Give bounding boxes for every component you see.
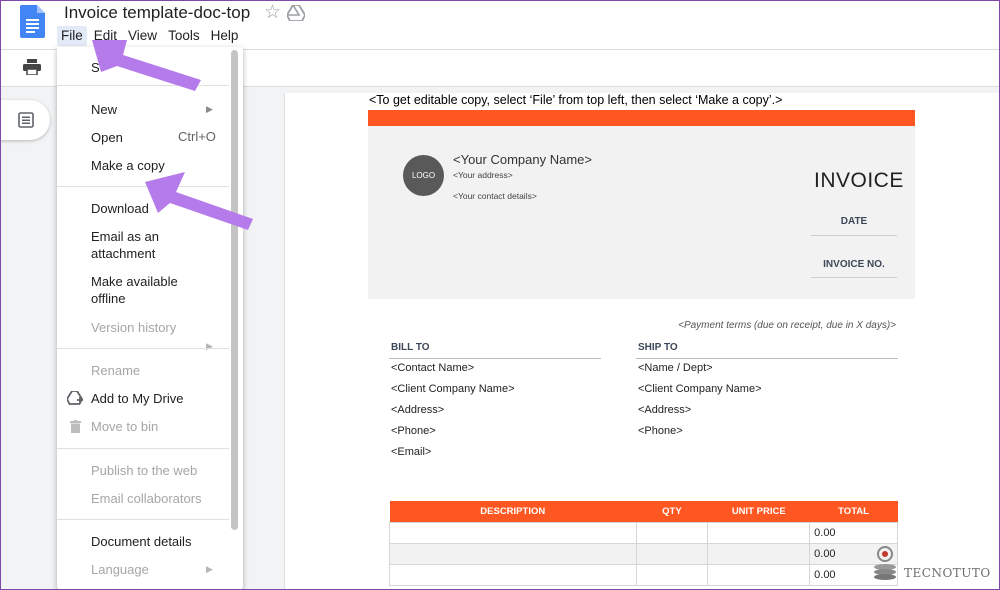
menu-scrollbar[interactable] xyxy=(231,50,238,530)
menubar: File Edit View Tools Help xyxy=(57,26,245,46)
cell-qty[interactable] xyxy=(635,563,709,586)
bill-to-block: <Contact Name> <Client Company Name> <Ad… xyxy=(391,358,515,463)
menu-separator xyxy=(57,448,229,449)
menu-item-make-copy[interactable]: Make a copy xyxy=(91,157,165,174)
menu-item-new[interactable]: New xyxy=(91,101,117,118)
bill-to-line: <Email> xyxy=(391,446,432,458)
menu-item-label: Make available xyxy=(91,274,178,289)
cell-unit-price[interactable] xyxy=(707,563,811,586)
menu-view[interactable]: View xyxy=(124,26,161,46)
company-name: <Your Company Name> xyxy=(453,152,592,167)
bill-to-heading: BILL TO xyxy=(391,342,430,353)
menu-item-move-to-bin[interactable]: Move to bin xyxy=(91,418,158,435)
ship-to-line: <Address> xyxy=(638,404,692,416)
menu-item-rename[interactable]: Rename xyxy=(91,362,140,379)
menu-file[interactable]: File xyxy=(57,26,87,46)
cell-unit-price[interactable] xyxy=(707,542,811,565)
ship-to-line: <Phone> xyxy=(638,425,683,437)
ship-to-line: <Name / Dept> xyxy=(638,362,713,374)
watermark-logo-icon xyxy=(874,546,896,580)
cell-unit-price[interactable] xyxy=(707,521,811,544)
watermark-text: TECNOTUTO xyxy=(904,566,991,580)
open-shortcut: Ctrl+O xyxy=(178,129,216,144)
menu-item-email-collaborators[interactable]: Email collaborators xyxy=(91,490,202,507)
invoice-heading: INVOICE xyxy=(814,169,904,192)
menu-separator xyxy=(57,186,229,187)
document-title[interactable]: Invoice template-doc-top xyxy=(64,3,250,23)
menu-item-download[interactable]: Download xyxy=(91,200,149,217)
date-label: DATE xyxy=(840,216,868,227)
menu-edit[interactable]: Edit xyxy=(90,26,121,46)
submenu-arrow-icon: ▶ xyxy=(206,564,213,574)
table-row[interactable]: 0.00 xyxy=(389,521,898,544)
col-qty: QTY xyxy=(636,501,708,522)
company-logo: LOGO xyxy=(403,155,444,196)
col-description: DESCRIPTION xyxy=(389,501,636,522)
menu-item-label: offline xyxy=(91,291,126,306)
bill-to-line: <Phone> xyxy=(391,425,436,437)
cell-description[interactable] xyxy=(389,521,637,544)
menu-tools[interactable]: Tools xyxy=(164,26,204,46)
company-contact: <Your contact details> xyxy=(453,191,537,201)
instruction-text: <To get editable copy, select ‘File’ fro… xyxy=(369,93,783,107)
payment-terms: <Payment terms (due on receipt, due in X… xyxy=(678,320,896,331)
menu-item-label: Email as an xyxy=(91,229,159,244)
invoice-table: DESCRIPTION QTY UNIT PRICE TOTAL 0.00 0.… xyxy=(389,501,898,586)
invoice-no-line xyxy=(811,277,897,278)
cell-qty[interactable] xyxy=(635,521,709,544)
table-row[interactable]: 0.00 xyxy=(389,542,898,565)
drive-add-icon xyxy=(67,391,83,405)
star-icon[interactable]: ☆ xyxy=(264,1,281,24)
cell-description[interactable] xyxy=(389,542,637,565)
cell-description[interactable] xyxy=(389,563,637,586)
trash-icon xyxy=(70,420,81,433)
col-total: TOTAL xyxy=(809,501,898,522)
ship-to-block: <Name / Dept> <Client Company Name> <Add… xyxy=(638,358,762,442)
menu-item-version-history[interactable]: Version history xyxy=(91,319,176,336)
drive-icon[interactable] xyxy=(287,5,305,21)
ship-to-heading: SHIP TO xyxy=(638,342,678,353)
bill-to-line: <Client Company Name> xyxy=(391,383,515,395)
menu-item-open[interactable]: Open xyxy=(91,129,123,146)
date-line xyxy=(811,235,897,236)
menu-separator xyxy=(57,85,229,86)
menu-item-email-attachment[interactable]: Email as an attachment xyxy=(91,228,159,262)
print-icon[interactable] xyxy=(23,59,41,75)
watermark: TECNOTUTO xyxy=(872,545,991,583)
submenu-arrow-icon: ▶ xyxy=(206,104,213,114)
bill-to-line: <Contact Name> xyxy=(391,362,475,374)
menu-item-add-to-drive[interactable]: Add to My Drive xyxy=(91,390,183,407)
menu-item-document-details[interactable]: Document details xyxy=(91,533,191,550)
menu-help[interactable]: Help xyxy=(207,26,243,46)
invoice-no-label: INVOICE NO. xyxy=(823,259,885,270)
docs-logo-icon[interactable] xyxy=(20,5,45,38)
menu-item-language[interactable]: Language xyxy=(91,561,149,578)
invoice-header-box xyxy=(368,126,915,299)
submenu-arrow-icon: ▶ xyxy=(206,341,213,351)
company-address: <Your address> xyxy=(453,170,513,180)
outline-icon[interactable] xyxy=(18,112,34,128)
cell-qty[interactable] xyxy=(635,542,709,565)
menu-separator xyxy=(57,348,229,349)
menu-separator xyxy=(57,519,229,520)
ship-to-line: <Client Company Name> xyxy=(638,383,762,395)
menu-item-share[interactable]: S xyxy=(91,59,100,76)
menu-item-offline[interactable]: Make available offline xyxy=(91,273,178,307)
cell-total[interactable]: 0.00 xyxy=(809,521,898,544)
menu-item-label: attachment xyxy=(91,246,156,261)
menu-item-publish[interactable]: Publish to the web xyxy=(91,462,197,479)
col-unit-price: UNIT PRICE xyxy=(707,501,810,522)
bill-to-line: <Address> xyxy=(391,404,445,416)
table-row[interactable]: 0.00 xyxy=(389,563,898,586)
header-accent-bar xyxy=(368,110,915,126)
